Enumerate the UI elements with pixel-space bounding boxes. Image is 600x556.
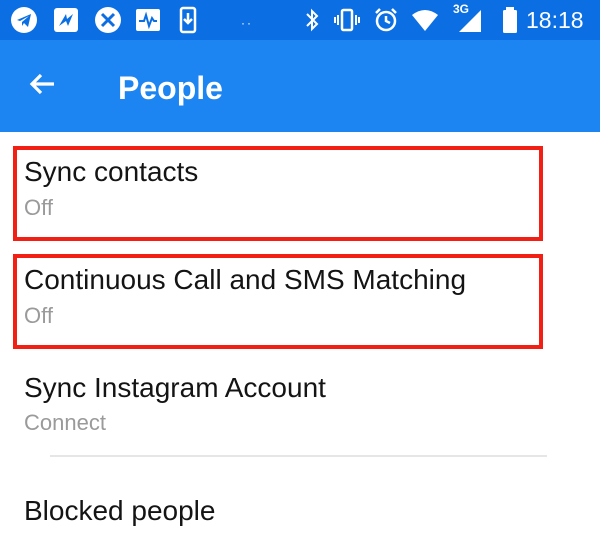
setting-title: Continuous Call and SMS Matching	[24, 264, 467, 295]
battery-icon	[496, 6, 524, 34]
sync-instagram-account-setting[interactable]: Sync Instagram Account Connect	[0, 349, 600, 457]
xbox-icon	[94, 6, 122, 34]
setting-title: Sync Instagram Account	[24, 372, 326, 403]
wifi-icon	[411, 6, 439, 34]
sync-contacts-setting[interactable]: Sync contacts Off	[0, 133, 600, 241]
back-button[interactable]	[20, 64, 64, 108]
setting-title: Sync contacts	[24, 156, 199, 187]
setting-title: Blocked people	[24, 495, 216, 526]
download-icon	[174, 6, 202, 34]
arrow-back-icon	[27, 69, 57, 103]
vibrate-icon	[333, 6, 361, 34]
continuous-call-sms-matching-setting[interactable]: Continuous Call and SMS Matching Off	[0, 241, 600, 349]
alarm-icon	[372, 6, 400, 34]
status-time: 18:18	[526, 7, 584, 33]
status-bar: ·· 3G 18:18	[0, 0, 600, 40]
telegram-icon	[10, 6, 38, 34]
setting-subtitle: Off	[24, 195, 53, 220]
setting-subtitle: Connect	[24, 410, 106, 435]
setting-subtitle: Off	[24, 303, 53, 328]
app-icon	[52, 6, 80, 34]
app-bar: People	[0, 40, 600, 132]
bluetooth-icon	[298, 6, 326, 34]
blocked-people-setting[interactable]: Blocked people	[0, 457, 600, 556]
activity-icon	[134, 6, 162, 34]
status-dots: ··	[241, 16, 253, 30]
signal-icon	[456, 6, 484, 34]
page-title: People	[118, 70, 223, 106]
